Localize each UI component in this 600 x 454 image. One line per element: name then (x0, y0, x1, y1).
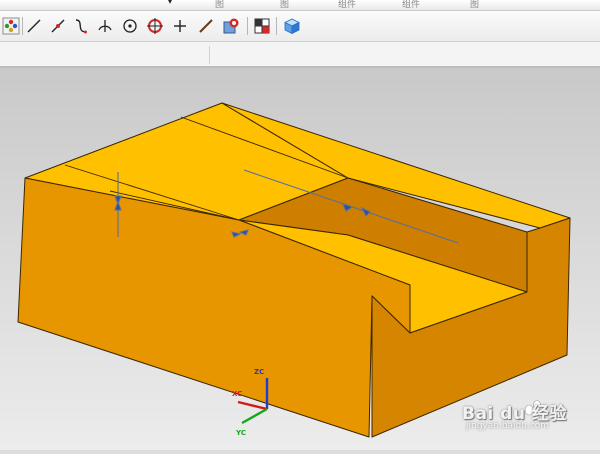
perpendicular-icon (98, 20, 112, 32)
ribbon-label-view[interactable]: 图 (280, 0, 289, 10)
snap-point-icon (2, 17, 20, 35)
toolbar-separator (276, 17, 277, 35)
grid-button[interactable] (252, 16, 272, 36)
cube-button[interactable] (282, 16, 302, 36)
watermark-url: jingyan.baidu.com (466, 421, 550, 431)
quadrant-point-button[interactable] (145, 16, 165, 36)
plus-icon (174, 20, 186, 32)
triad-y-label: YC (236, 429, 246, 437)
center-point-button[interactable] (120, 16, 140, 36)
toolbar-separator (247, 17, 248, 35)
cube-icon (284, 18, 300, 35)
spline-button[interactable] (71, 16, 91, 36)
diagonal-line-icon (199, 19, 213, 33)
perpendicular-button[interactable] (95, 16, 115, 36)
ribbon-group-bar: ▾ 图 图 组件 组件 图 (0, 0, 600, 11)
bar-divider (209, 46, 210, 64)
quadrant-point-icon (147, 18, 163, 34)
line-button[interactable] (24, 16, 44, 36)
toolbar (0, 11, 600, 42)
ribbon-dropdown-arrow[interactable]: ▾ (168, 0, 172, 6)
arc-button[interactable] (48, 16, 68, 36)
diagonal-line-button[interactable] (196, 16, 216, 36)
arc-icon (51, 19, 65, 33)
grid-icon (254, 18, 270, 34)
ribbon-label-component[interactable]: 组件 (402, 0, 420, 10)
toolbar-separator (22, 17, 23, 35)
ribbon-label-view[interactable]: 图 (470, 0, 479, 10)
ribbon-label-component[interactable]: 组件 (338, 0, 356, 10)
spline-icon (75, 19, 87, 34)
triad-z-label: ZC (254, 368, 265, 376)
snap-point-button[interactable] (1, 16, 21, 36)
ribbon-label-view[interactable]: 图 (215, 0, 224, 10)
center-point-icon (123, 19, 137, 33)
view-button[interactable] (221, 16, 241, 36)
triad-x-label: XC (232, 390, 243, 398)
graphics-viewport[interactable]: ZC XC YC (0, 68, 600, 450)
line-icon (27, 19, 41, 33)
point-button[interactable] (170, 16, 190, 36)
status-bar (0, 42, 600, 68)
part-model[interactable] (0, 68, 600, 450)
view-icon (223, 18, 239, 34)
